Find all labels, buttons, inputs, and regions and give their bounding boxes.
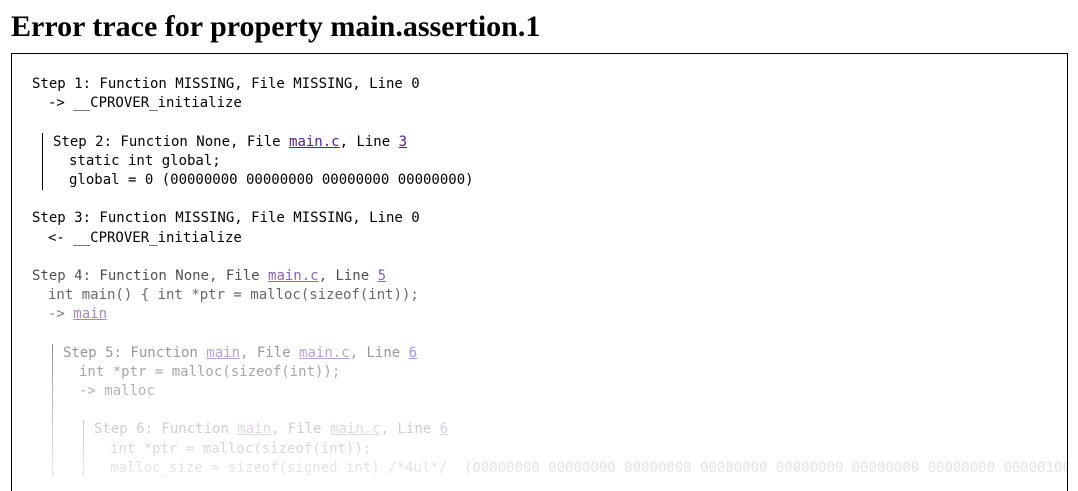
trace-step-5: Step 5: Function main, File main.c, Line… [52, 343, 1067, 478]
trace-step-3: Step 3: Function MISSING, File MISSING, … [32, 209, 1067, 247]
step-4-call-link[interactable]: main [73, 306, 107, 322]
step-5-code-1: int *ptr = malloc(sizeof(int)); [79, 363, 341, 380]
step-6-file-link[interactable]: main.c [330, 421, 381, 437]
step-6-header: Step 6: Function main, File main.c, Line… [94, 420, 1067, 439]
step-5-line-link[interactable]: 6 [409, 345, 417, 361]
step-4-prefix: Step 4: Function None, File [32, 267, 269, 284]
error-trace-panel: Step 1: Function MISSING, File MISSING, … [11, 53, 1068, 491]
step-4-code-1: int main() { int *ptr = malloc(sizeof(in… [48, 287, 419, 304]
step-2-code-2: global = 0 (00000000 00000000 00000000 0… [69, 171, 474, 188]
step-5-call: -> malloc [79, 383, 155, 399]
step-4-mid: , Line [318, 267, 378, 284]
step-4-line-link[interactable]: 5 [378, 268, 386, 284]
step-5-header: Step 5: Function main, File main.c, Line… [63, 344, 1067, 363]
step-2-file-link[interactable]: main.c [289, 134, 340, 150]
step-5-mid-2: , Line [349, 344, 409, 361]
trace-step-1: Step 1: Function MISSING, File MISSING, … [32, 75, 1067, 113]
trace-step-6: Step 6: Function main, File main.c, Line… [83, 420, 1067, 478]
step-6-code-2: malloc_size = sizeof(signed int) /*4ul*/… [110, 459, 1068, 476]
page-title: Error trace for property main.assertion.… [11, 10, 541, 43]
trace-step-4: Step 4: Function None, File main.c, Line… [32, 267, 1067, 325]
step-3-header: Step 3: Function MISSING, File MISSING, … [32, 210, 420, 227]
step-1-header: Step 1: Function MISSING, File MISSING, … [32, 76, 420, 92]
step-5-func-link[interactable]: main [206, 345, 240, 361]
trace-step-2: Step 2: Function None, File main.c, Line… [42, 132, 1067, 191]
step-5-file-link[interactable]: main.c [299, 345, 350, 361]
step-6-prefix: Step 6: Function [94, 421, 238, 438]
step-3-return: <- __CPROVER_initialize [48, 229, 242, 246]
step-4-file-link[interactable]: main.c [268, 268, 319, 284]
step-1-call: -> __CPROVER_initialize [48, 95, 242, 112]
step-6-code-1: int *ptr = malloc(sizeof(int)); [110, 440, 372, 457]
step-6-mid-1: , File [271, 421, 331, 438]
step-2-code-1: static int global; [69, 152, 221, 169]
step-6-line-link[interactable]: 6 [440, 421, 448, 437]
step-2-header: Step 2: Function None, File main.c, Line… [53, 133, 1067, 152]
step-5-prefix: Step 5: Function [63, 344, 207, 361]
step-6-func-link[interactable]: main [237, 421, 271, 437]
step-5-mid-1: , File [240, 344, 300, 361]
step-4-header: Step 4: Function None, File main.c, Line… [32, 267, 1067, 286]
step-4-call-prefix: -> [48, 306, 74, 323]
step-2-prefix: Step 2: Function None, File [53, 133, 290, 150]
step-2-mid: , Line [339, 133, 399, 150]
step-2-line-link[interactable]: 3 [399, 134, 407, 150]
step-6-mid-2: , Line [380, 421, 440, 438]
step-4-call: -> main [32, 305, 1067, 324]
